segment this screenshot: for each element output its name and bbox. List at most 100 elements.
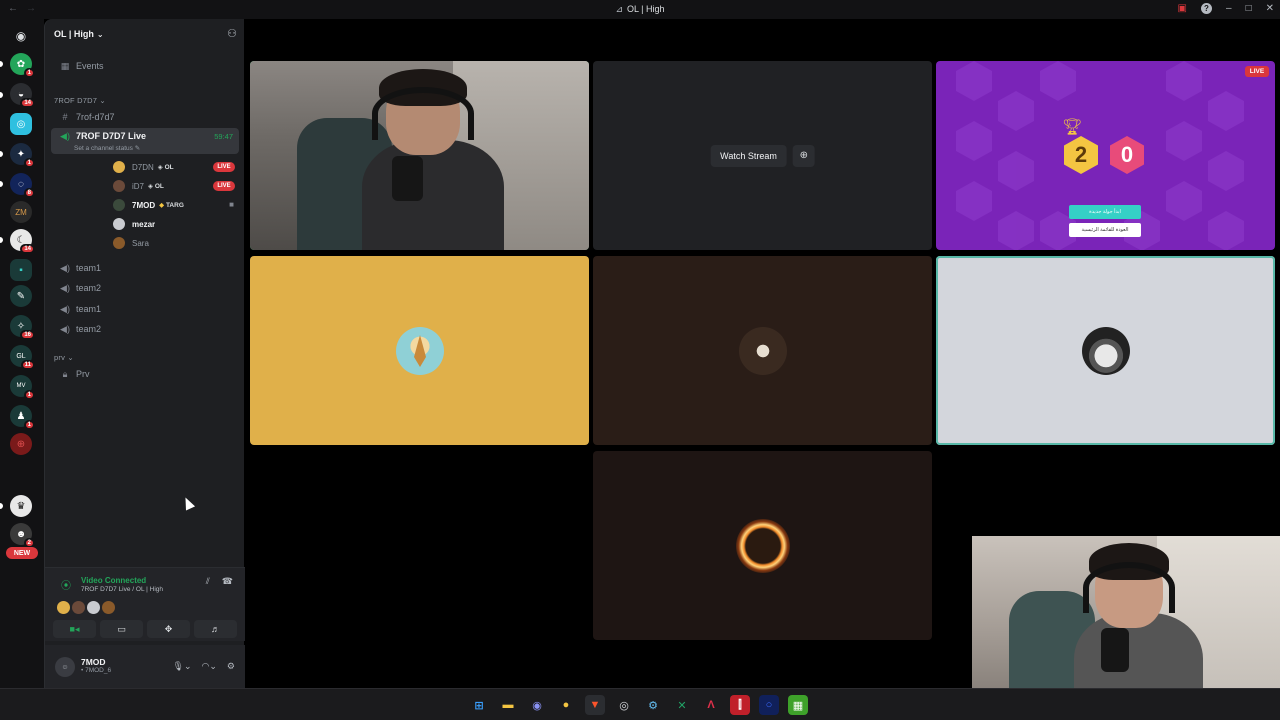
voice-user[interactable]: iD7 ◈ OL	[113, 178, 164, 194]
category-header[interactable]: 7ROF D7D7 ⌄	[54, 96, 106, 105]
server-icon[interactable]: ✿ 1	[10, 53, 35, 78]
maximize-icon[interactable]: □	[1246, 3, 1252, 14]
windows-start-icon[interactable]: ⊞	[469, 695, 489, 715]
obs-icon[interactable]: ◎	[614, 695, 634, 715]
voice-channel[interactable]: ◀) team2	[51, 279, 239, 297]
signal-icon[interactable]: ⦿	[61, 577, 71, 592]
server-icon[interactable]: ✎	[10, 285, 32, 307]
server-rail: ◉ ✿ 1 ◒ 14 ◎ ✦ 1 ◌ 8 ZM ☾ 14 ▪ ✎ ✧ 16 GL 11 MV 1…	[0, 19, 44, 688]
avatar-art	[413, 334, 426, 367]
excel-icon[interactable]: ✕	[672, 695, 692, 715]
text-channel[interactable]: # 7rof-d7d7	[51, 108, 239, 126]
voice-channel[interactable]: ◀) team1	[51, 259, 239, 277]
inbox-icon[interactable]: ▣	[1178, 3, 1187, 14]
microphone-icon[interactable]: 🎙︎⌄	[173, 661, 192, 672]
app-icon[interactable]: ⫿	[730, 695, 750, 715]
help-icon[interactable]: ?	[1201, 3, 1212, 14]
popout-icon[interactable]: ⊕	[792, 144, 815, 167]
events-item[interactable]: ▦ Events	[51, 57, 239, 75]
voice-channel[interactable]: ◀) team2	[51, 320, 239, 338]
live-badge: LIVE	[1245, 66, 1269, 77]
hashtag-icon: #	[62, 112, 68, 122]
guild-header[interactable]: OL | High ⌄ ⚇	[45, 19, 245, 49]
server-icon[interactable]: ☾ 14	[10, 229, 35, 254]
noise-suppression-icon[interactable]: ⫽	[206, 576, 210, 587]
server-icon[interactable]: ⊕	[10, 433, 32, 455]
unread-pip	[0, 503, 3, 509]
events-label: Events	[76, 61, 104, 71]
server-icon[interactable]: ♛	[10, 495, 32, 517]
mention-badge: 1	[23, 390, 35, 400]
channel-status[interactable]: Set a channel status ✎	[74, 144, 140, 152]
avatar	[87, 601, 100, 614]
video-tile-avatar[interactable]	[936, 256, 1275, 445]
gear-icon[interactable]: ⚙	[227, 661, 235, 672]
user-subtitle: • 7MOD_6	[81, 667, 112, 674]
channel-label: 7ROF D7D7 Live	[76, 131, 147, 141]
activities-button[interactable]: ✥	[147, 620, 190, 638]
app-icon[interactable]: Λ	[701, 695, 721, 715]
app-icon[interactable]: ●	[556, 695, 576, 715]
file-explorer-icon[interactable]: ▬	[498, 695, 518, 715]
server-icon[interactable]: ◒ 14	[10, 83, 35, 108]
headphones-icon[interactable]: ◠⌄	[202, 661, 217, 672]
speaker-icon: ◀)	[60, 303, 70, 314]
live-badge: LIVE	[213, 162, 235, 172]
speaker-icon: ◀)	[60, 262, 70, 273]
private-channel[interactable]: 🔒︎ Prv	[51, 365, 239, 383]
user-controls: 🎙︎⌄ ◠⌄ ⚙	[173, 661, 235, 672]
server-icon[interactable]: MV 1	[10, 375, 35, 400]
server-icon: ⊿	[615, 4, 623, 14]
steam-icon[interactable]: ⚙	[643, 695, 663, 715]
voice-user[interactable]: mezar	[113, 216, 155, 232]
username[interactable]: 7MOD	[81, 657, 106, 667]
brave-browser-icon[interactable]: ▼	[585, 695, 605, 715]
server-icon[interactable]: GL 11	[10, 345, 35, 370]
server-icon[interactable]: ✧ 16	[10, 315, 35, 340]
server-folder-icon[interactable]: ▪	[10, 259, 32, 281]
speaker-icon: ◀)	[60, 323, 70, 334]
server-icon[interactable]: ♟ 1	[10, 405, 35, 430]
voice-user[interactable]: 7MOD ◆ TARG	[113, 197, 184, 213]
title-bar: ← → ⊿ OL | High ▣ ? – □ ✕	[0, 0, 1280, 19]
watch-stream-button[interactable]: Watch Stream	[710, 144, 787, 167]
server-icon[interactable]: ZM	[10, 201, 32, 223]
video-tile-game-stream[interactable]: LIVE 🏆︎ 2 0 ابدأ جولة جديدة العودة للقائ…	[936, 61, 1275, 250]
add-member-icon[interactable]: ⚇	[227, 27, 237, 40]
video-tile-avatar[interactable]	[250, 256, 589, 445]
camera-button[interactable]: ■◂	[53, 620, 96, 638]
server-icon[interactable]: ✦ 1	[10, 143, 35, 168]
server-icon[interactable]: ☻ 2	[10, 523, 35, 548]
avatar	[738, 326, 787, 375]
video-tile-avatar[interactable]	[593, 451, 932, 640]
discord-icon[interactable]: ◉	[527, 695, 547, 715]
avatar[interactable]: ☺	[55, 657, 75, 677]
mention-badge: 16	[20, 330, 35, 340]
disconnect-icon[interactable]: ☎	[222, 576, 233, 587]
connection-status[interactable]: Video Connected	[81, 576, 146, 585]
soundboard-button[interactable]: ♬	[194, 620, 237, 638]
game-main-menu-button: العودة للقائمة الرئيسية	[1069, 223, 1141, 237]
video-tile-avatar[interactable]	[593, 256, 932, 445]
server-icon-selected[interactable]: ◎	[10, 113, 32, 135]
category-header[interactable]: prv ⌄	[54, 353, 74, 362]
lock-icon: 🔒︎	[62, 368, 68, 379]
app-icon[interactable]: ○	[759, 695, 779, 715]
voice-channel[interactable]: ◀) team1	[51, 300, 239, 318]
hex-pattern	[956, 61, 1244, 250]
video-tile-webcam[interactable]	[250, 61, 589, 250]
channel-sidebar: OL | High ⌄ ⚇ ▦ Events 7ROF D7D7 ⌄ # 7ro…	[44, 19, 245, 688]
server-icon[interactable]: ◌ 8	[10, 173, 35, 198]
voice-user[interactable]: D7DN ◈ OL	[113, 159, 174, 175]
connection-channel[interactable]: 7ROF D7D7 Live / OL | High	[81, 586, 163, 593]
minecraft-icon[interactable]: ▦	[788, 695, 808, 715]
new-badge[interactable]: NEW	[6, 547, 38, 559]
discord-home-icon[interactable]: ◉	[10, 25, 32, 47]
close-icon[interactable]: ✕	[1266, 3, 1274, 14]
call-timer: 59:47	[214, 132, 233, 141]
screen-share-button[interactable]: ▭	[100, 620, 143, 638]
voice-user[interactable]: Sara	[113, 235, 149, 251]
voice-channel-active[interactable]: ◀) 7ROF D7D7 Live Set a channel status ✎…	[51, 128, 239, 154]
video-tile-stream[interactable]: Watch Stream ⊕	[593, 61, 932, 250]
minimize-icon[interactable]: –	[1226, 3, 1232, 14]
